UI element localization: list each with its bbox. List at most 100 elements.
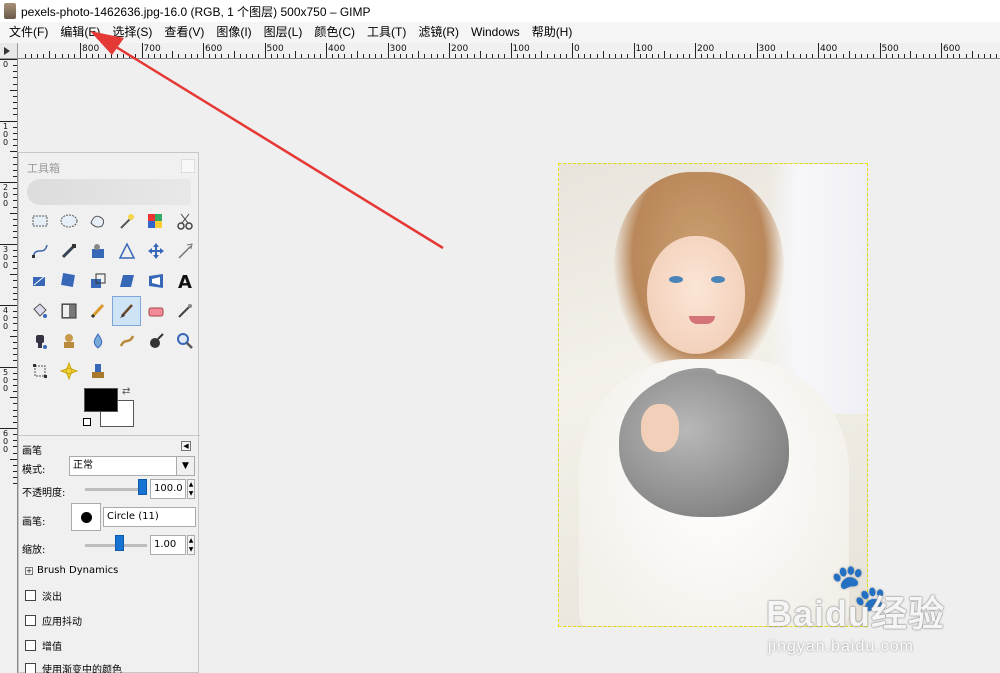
menu-edit[interactable]: 编辑(E): [54, 22, 106, 43]
mode-select[interactable]: 正常 ▼: [69, 456, 195, 476]
scale-icon[interactable]: [83, 266, 112, 296]
menu-file[interactable]: 文件(F): [3, 22, 54, 43]
measure-icon[interactable]: [112, 236, 141, 266]
menu-tools[interactable]: 工具(T): [361, 22, 412, 43]
menu-colors[interactable]: 颜色(C): [308, 22, 361, 43]
ruler-minor-tick: [13, 163, 17, 165]
ruler-label: 300: [389, 44, 407, 54]
clone-icon[interactable]: [54, 326, 83, 356]
ruler-minor-tick: [13, 206, 17, 208]
paintbrush-icon[interactable]: [112, 296, 141, 326]
image-layer[interactable]: [558, 163, 868, 627]
options-menu-icon[interactable]: ◀: [181, 441, 191, 451]
stamp-icon[interactable]: [83, 356, 112, 386]
checkbox-box[interactable]: [25, 640, 36, 651]
menu-view[interactable]: 查看(V): [158, 22, 210, 43]
horizontal-ruler[interactable]: 800 700 600 500 400 300 200 100 0 100 200 300 400 500…: [18, 43, 1000, 59]
color-picker-icon[interactable]: [54, 236, 83, 266]
checkbox-fade[interactable]: 淡出: [25, 588, 62, 603]
rotate-icon[interactable]: [54, 266, 83, 296]
ruler-minor-tick: [13, 483, 17, 485]
brush-preview-button[interactable]: [71, 503, 101, 531]
shear-icon[interactable]: [112, 266, 141, 296]
brush-name-field[interactable]: Circle (11): [103, 507, 196, 527]
menu-select[interactable]: 选择(S): [106, 22, 158, 43]
airbrush-icon[interactable]: [170, 296, 199, 326]
ruler-minor-tick: [608, 54, 610, 58]
foreground-color-swatch[interactable]: [84, 388, 118, 412]
checkbox-label: 应用抖动: [42, 617, 82, 628]
ruler-minor-tick: [824, 54, 826, 58]
opacity-slider-thumb[interactable]: [138, 479, 147, 495]
vertical-ruler[interactable]: 0 100 200 300 400 500 600: [0, 59, 18, 673]
brush-dynamics-expander[interactable]: + Brush Dynamics: [25, 565, 118, 576]
text-icon[interactable]: A: [170, 266, 199, 296]
scale-stepper[interactable]: ▲ ▼: [187, 535, 195, 555]
gradient-icon[interactable]: [54, 296, 83, 326]
opacity-label: 不透明度:: [22, 488, 66, 499]
perspective-clone-icon[interactable]: [54, 356, 83, 386]
eraser-icon[interactable]: [141, 296, 170, 326]
ruler-label: 300: [758, 44, 776, 54]
ruler-minor-tick: [578, 54, 580, 58]
paths-icon[interactable]: [25, 236, 54, 266]
perspective-icon[interactable]: [141, 266, 170, 296]
swap-colors-icon[interactable]: ⇄: [122, 386, 130, 397]
ruler-minor-tick: [854, 54, 856, 58]
smudge-icon[interactable]: [112, 326, 141, 356]
crop-icon[interactable]: [25, 266, 54, 296]
color-select-icon[interactable]: [141, 206, 170, 236]
ruler-minor-tick: [664, 51, 666, 58]
chevron-down-icon[interactable]: ▼: [176, 457, 194, 475]
checkbox-gradient-color[interactable]: 使用渐变中的颜色: [25, 661, 122, 673]
zoom-lens-icon[interactable]: [83, 236, 112, 266]
checkbox-jitter[interactable]: 应用抖动: [25, 613, 82, 628]
ruler-minor-tick: [13, 175, 17, 177]
ruler-minor-tick: [13, 452, 17, 454]
ruler-minor-tick: [602, 51, 604, 58]
opacity-spin[interactable]: 100.0: [150, 479, 186, 499]
menu-windows[interactable]: Windows: [465, 22, 526, 43]
wilber-drop-area[interactable]: [27, 179, 191, 205]
ruler-minor-tick: [13, 329, 17, 331]
ruler-minor-tick: [13, 102, 17, 104]
quick-mask-toggle[interactable]: [0, 43, 18, 59]
fuzzy-select-icon[interactable]: [112, 206, 141, 236]
menu-filters[interactable]: 滤镜(R): [412, 22, 465, 43]
pencil-icon[interactable]: [83, 296, 112, 326]
reset-colors-icon[interactable]: [83, 418, 91, 426]
menu-image[interactable]: 图像(I): [210, 22, 257, 43]
checkbox-box[interactable]: [25, 590, 36, 601]
scale-slider-thumb[interactable]: [115, 535, 124, 551]
scale-spin[interactable]: 1.00: [150, 535, 186, 555]
ruler-minor-tick: [289, 54, 291, 58]
ruler-minor-tick: [13, 138, 17, 140]
transform-icon[interactable]: [25, 356, 54, 386]
align-icon[interactable]: [170, 236, 199, 266]
bucket-fill-icon[interactable]: [25, 296, 54, 326]
ink-icon[interactable]: [25, 326, 54, 356]
dodge-burn-icon[interactable]: [141, 326, 170, 356]
ruler-minor-tick: [13, 464, 17, 466]
close-icon[interactable]: [181, 159, 195, 173]
move-icon[interactable]: [141, 236, 170, 266]
ruler-minor-tick: [13, 188, 17, 190]
opacity-stepper[interactable]: ▲ ▼: [187, 479, 195, 499]
magnify-icon[interactable]: [170, 326, 199, 356]
ellipse-select-icon[interactable]: [54, 206, 83, 236]
free-select-icon[interactable]: [83, 206, 112, 236]
ruler-minor-tick: [190, 54, 192, 58]
menu-help[interactable]: 帮助(H): [526, 22, 579, 43]
checkbox-box[interactable]: [25, 615, 36, 626]
checkbox-incremental[interactable]: 增值: [25, 638, 62, 653]
scissors-icon[interactable]: [170, 206, 199, 236]
ruler-minor-tick: [13, 157, 17, 159]
ruler-minor-tick: [393, 54, 395, 58]
checkbox-box[interactable]: [25, 663, 36, 673]
ruler-minor-tick: [811, 54, 813, 58]
menu-layer[interactable]: 图层(L): [258, 22, 309, 43]
ruler-label: 400: [820, 44, 838, 54]
ruler-minor-tick: [301, 54, 303, 58]
rect-select-icon[interactable]: [25, 206, 54, 236]
heal-icon[interactable]: [83, 326, 112, 356]
